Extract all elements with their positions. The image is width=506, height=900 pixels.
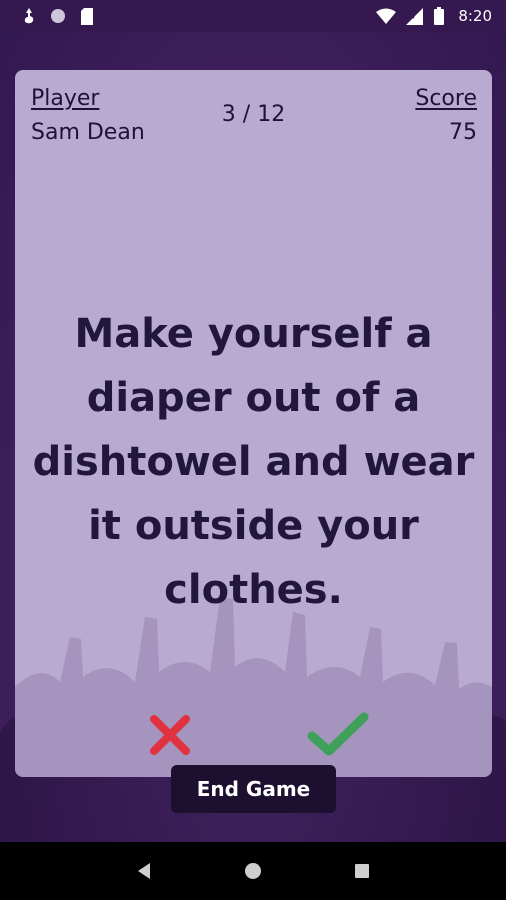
home-icon [244, 863, 261, 879]
status-left [22, 7, 94, 25]
back-icon [138, 863, 151, 879]
status-bar: 8:20 [0, 0, 506, 32]
challenge-text: Make yourself a diaper out of a dishtowe… [32, 311, 475, 613]
score-header: Score [415, 86, 477, 111]
recents-button[interactable] [342, 851, 382, 891]
status-right: 8:20 [376, 7, 492, 25]
battery-icon [434, 7, 445, 25]
x-mark-icon [150, 715, 190, 755]
signal-icon [406, 7, 424, 25]
notification-icon [22, 7, 36, 25]
wifi-icon [376, 8, 397, 24]
app-background: Player Sam Dean 3 / 12 Score 75 Make you… [0, 32, 506, 842]
fail-button[interactable] [148, 713, 192, 757]
challenge-card: Player Sam Dean 3 / 12 Score 75 Make you… [15, 70, 492, 777]
clock: 8:20 [458, 7, 492, 25]
score-value: 75 [449, 120, 477, 145]
home-button[interactable] [233, 851, 273, 891]
circle-icon [50, 8, 66, 24]
back-button[interactable] [124, 851, 164, 891]
navigation-bar [0, 842, 506, 900]
check-mark-icon [307, 712, 369, 756]
sd-card-icon [80, 7, 94, 25]
end-game-button[interactable]: End Game [171, 765, 336, 813]
recents-icon [354, 864, 369, 878]
success-button[interactable] [307, 711, 369, 759]
